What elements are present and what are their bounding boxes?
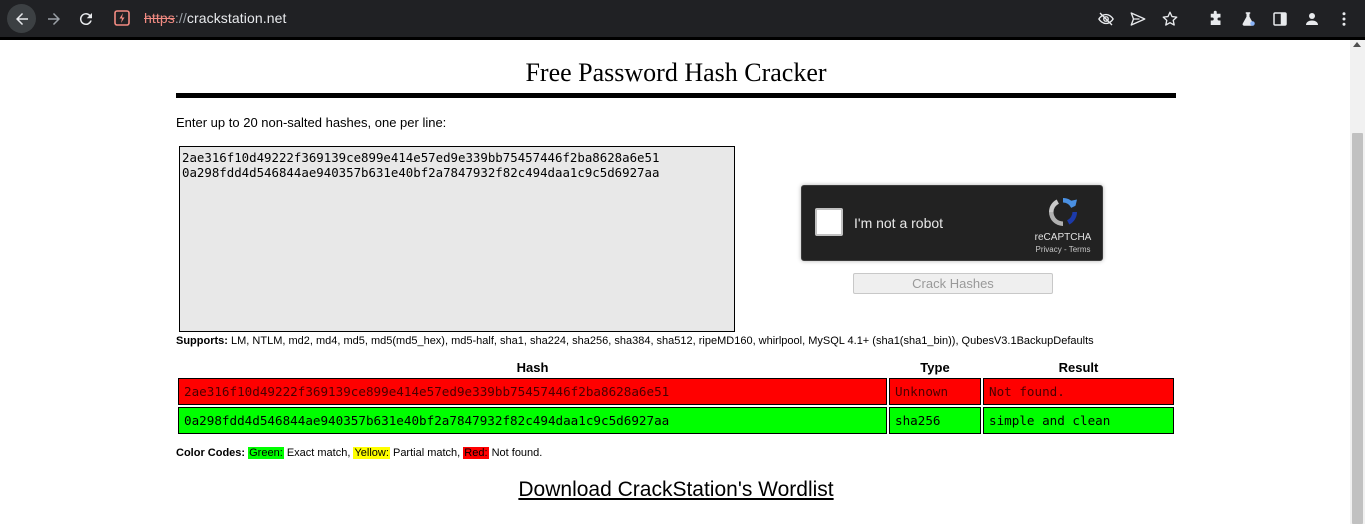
send-icon xyxy=(1130,11,1145,26)
result-cell: simple and clean xyxy=(983,407,1174,434)
recaptcha-checkbox[interactable] xyxy=(815,208,843,236)
bookmark-button[interactable] xyxy=(1155,4,1184,33)
hash-cell: 2ae316f10d49222f369139ce899e414e57ed9e33… xyxy=(178,378,887,405)
recaptcha-logo-icon xyxy=(1049,198,1077,226)
red-description: Not found. xyxy=(488,447,543,459)
recaptcha-terms-link[interactable]: Terms xyxy=(1069,245,1091,254)
recaptcha-label: I'm not a robot xyxy=(854,215,944,231)
scrollbar-thumb[interactable] xyxy=(1352,133,1363,524)
hash-cell: 0a298fdd4d546844ae940357b631e40bf2a78479… xyxy=(178,407,887,434)
eye-off-icon xyxy=(1097,12,1114,25)
crack-hashes-button[interactable]: Crack Hashes xyxy=(853,273,1053,294)
forward-icon xyxy=(47,12,60,25)
yellow-swatch: Yellow: xyxy=(353,447,390,459)
recaptcha-brand: reCAPTCHA xyxy=(1034,232,1092,243)
back-icon xyxy=(15,12,28,25)
green-swatch: Green: xyxy=(248,447,284,459)
supported-algorithms: Supports: LM, NTLM, md2, md4, md5, md5(m… xyxy=(176,335,1094,347)
profile-icon xyxy=(1305,12,1318,25)
extensions-button[interactable] xyxy=(1201,4,1230,33)
recaptcha-widget: I'm not a robot reCAPTCHA Privacy - Term… xyxy=(801,185,1103,261)
url-scheme: https xyxy=(144,10,175,26)
extensions-icon xyxy=(1210,10,1220,25)
red-swatch: Red: xyxy=(463,447,489,459)
reload-icon xyxy=(79,12,92,25)
side-panel-icon xyxy=(1272,11,1287,26)
browser-toolbar: https://crackstation.net xyxy=(0,0,1365,37)
type-cell: sha256 xyxy=(889,407,981,434)
forward-button[interactable] xyxy=(39,4,68,33)
tracking-protection-button[interactable] xyxy=(1091,4,1120,33)
page-title: Free Password Hash Cracker xyxy=(525,58,827,87)
recaptcha-privacy-link[interactable]: Privacy xyxy=(1036,245,1062,254)
download-wordlist-link[interactable]: Download CrackStation's Wordlist xyxy=(176,478,1176,502)
column-header-type: Type xyxy=(920,360,950,375)
column-header-hash: Hash xyxy=(516,360,549,375)
back-button[interactable] xyxy=(7,4,36,33)
toolbar-divider xyxy=(0,37,1365,40)
url-host: crackstation.net xyxy=(186,10,287,26)
reload-button[interactable] xyxy=(71,4,100,33)
side-panel-button[interactable] xyxy=(1265,4,1294,33)
profile-button[interactable] xyxy=(1297,4,1326,33)
labs-button[interactable] xyxy=(1233,4,1262,33)
recaptcha-links: Privacy - Terms xyxy=(1023,245,1103,254)
column-header-result: Result xyxy=(1058,360,1099,375)
labs-icon xyxy=(1242,11,1255,26)
scroll-up-arrow[interactable] xyxy=(1353,42,1361,47)
yellow-description: Partial match, xyxy=(389,447,464,459)
hash-input[interactable]: 2ae316f10d49222f369139ce899e414e57ed9e33… xyxy=(179,146,735,332)
color-codes-label: Color Codes: xyxy=(176,447,246,459)
url-text: https://crackstation.net xyxy=(144,10,287,26)
type-cell: Unknown xyxy=(889,378,981,405)
share-button[interactable] xyxy=(1123,4,1152,33)
star-icon xyxy=(1162,11,1177,26)
site-info-icon[interactable] xyxy=(113,9,131,27)
instructions-text: Enter up to 20 non-salted hashes, one pe… xyxy=(176,115,447,130)
result-cell: Not found. xyxy=(983,378,1174,405)
supports-label: Supports: xyxy=(176,335,228,347)
address-bar[interactable]: https://crackstation.net xyxy=(113,7,287,29)
supports-list: LM, NTLM, md2, md4, md5, md5(md5_hex), m… xyxy=(231,335,1094,347)
menu-icon xyxy=(1342,11,1345,26)
url-separator: :// xyxy=(174,10,187,26)
browser-menu-button[interactable] xyxy=(1329,4,1358,33)
recaptcha-links-separator: - xyxy=(1061,245,1069,254)
green-description: Exact match, xyxy=(283,447,354,459)
title-divider xyxy=(176,93,1176,98)
color-codes-legend: Color Codes: Green: Exact match, Yellow:… xyxy=(176,447,542,459)
